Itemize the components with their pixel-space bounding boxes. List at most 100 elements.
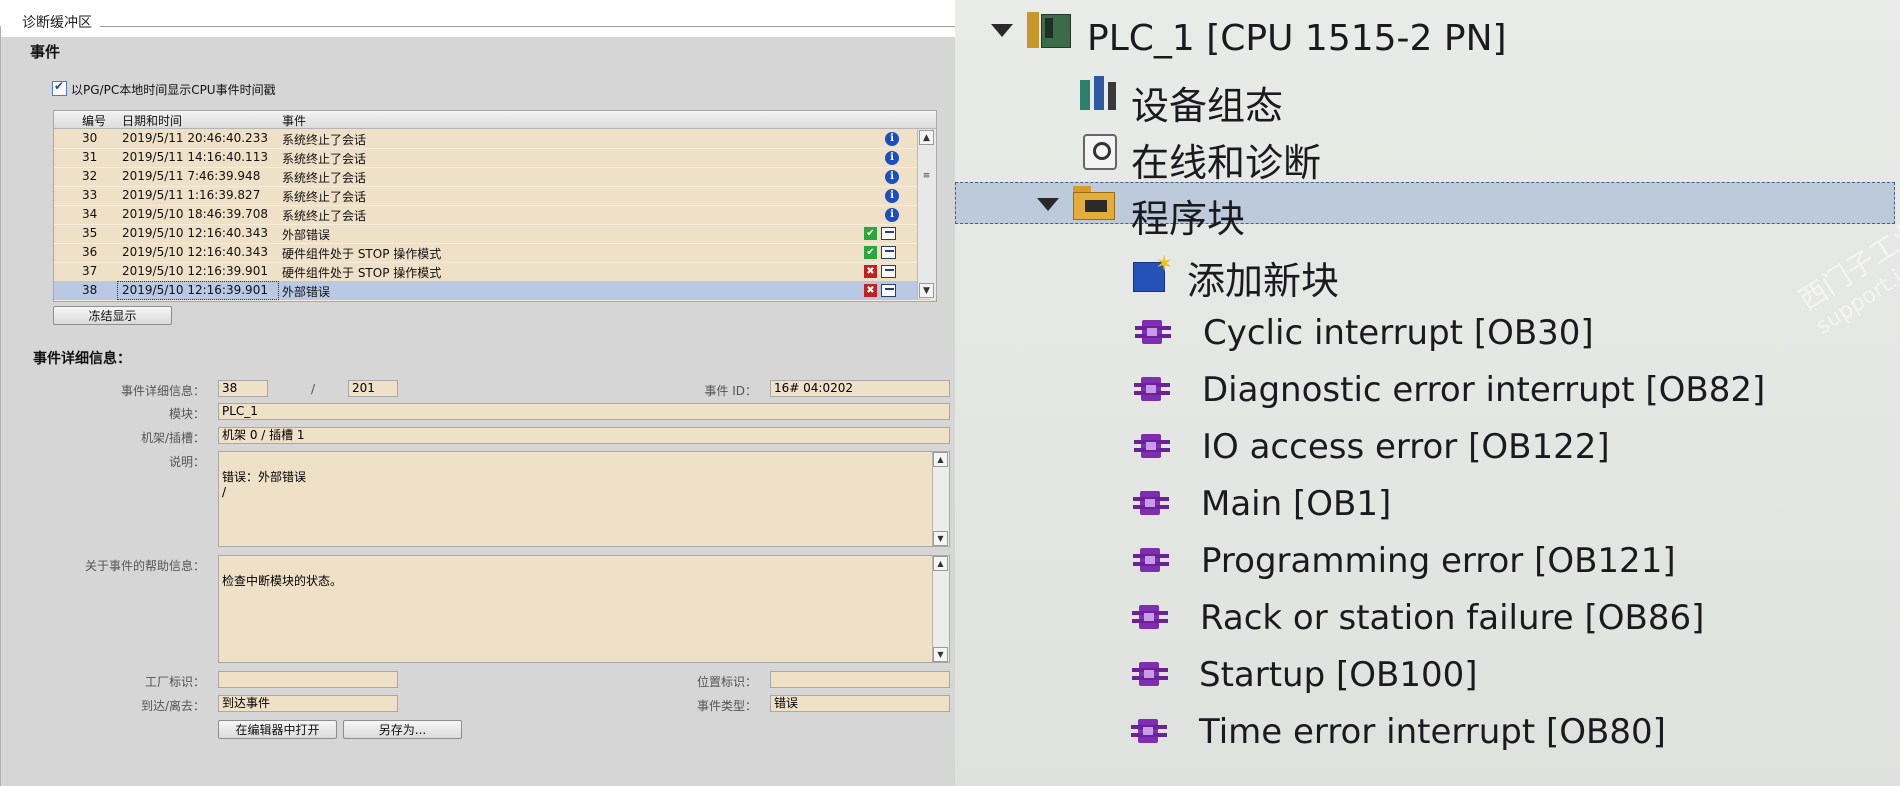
description-scrollbar[interactable]: ▲ ▼	[932, 452, 949, 546]
column-header-datetime[interactable]: 日期和时间	[122, 112, 182, 129]
event-id-label: 事件 ID：	[704, 384, 757, 398]
scroll-up-icon[interactable]: ▲	[919, 130, 934, 145]
scroll-down-icon[interactable]: ▼	[933, 647, 948, 662]
help-text: 检查中断模块的状态。	[222, 574, 343, 588]
tree-item-device-config[interactable]: 设备组态	[1131, 75, 1283, 130]
ob-block-icon	[1134, 377, 1170, 401]
error-status-icon: ✖	[864, 284, 877, 297]
ob-block-icon	[1135, 320, 1171, 344]
direction-label: 到达/离去：	[140, 699, 205, 713]
tree-item-ob-block[interactable]: Programming error [OB121]	[1201, 541, 1676, 581]
table-row[interactable]: 35 2019/5/10 12:16:40.343 外部错误 ✔	[54, 224, 930, 244]
ob-block-icon	[1133, 491, 1169, 515]
freeze-display-button[interactable]: 冻结显示	[53, 306, 172, 325]
column-header-no[interactable]: 编号	[82, 112, 106, 129]
cell-datetime: 2019/5/11 20:46:40.233	[122, 131, 268, 145]
column-header-event[interactable]: 事件	[282, 112, 306, 129]
tree-item-add-new-block[interactable]: 添加新块	[1187, 250, 1339, 305]
cell-datetime: 2019/5/11 1:16:39.827	[122, 188, 261, 202]
table-row[interactable]: 38 2019/5/10 12:16:39.901 外部错误 ✖	[54, 281, 930, 301]
expand-arrow-icon[interactable]	[1037, 198, 1059, 211]
watermark-cn: 西门子工业 找答案	[1792, 162, 1900, 317]
tree-item-ob-block[interactable]: Rack or station failure [OB86]	[1200, 598, 1704, 638]
info-icon: i	[885, 151, 899, 165]
events-section-title: 事件	[30, 43, 61, 61]
tree-item-ob-block[interactable]: Cyclic interrupt [OB30]	[1203, 313, 1594, 353]
table-row[interactable]: 31 2019/5/11 14:16:40.113 系统终止了会话 i	[54, 148, 930, 168]
events-table: 编号 日期和时间 事件 30 2019/5/11 20:46:40.233 系统终止…	[53, 110, 937, 302]
plant-id-field[interactable]	[218, 671, 398, 688]
cell-event: 系统终止了会话	[282, 190, 367, 204]
tree-item-program-blocks[interactable]: 程序块	[1131, 188, 1245, 243]
cell-event: 系统终止了会话	[282, 152, 367, 166]
expand-arrow-icon[interactable]	[991, 24, 1013, 37]
local-time-checkbox-label: 以PG/PC本地时间显示CPU事件时间戳	[71, 83, 276, 97]
scroll-up-icon[interactable]: ▲	[933, 556, 948, 571]
detail-label: 事件详细信息：	[120, 384, 205, 398]
help-textarea[interactable]: 检查中断模块的状态。 ▲ ▼	[218, 555, 950, 663]
cell-datetime: 2019/5/11 7:46:39.948	[122, 169, 261, 183]
module-field[interactable]: PLC_1	[218, 403, 950, 420]
cell-no: 30	[82, 131, 98, 145]
scroll-up-icon[interactable]: ▲	[933, 452, 948, 467]
diagnostic-buffer-panel: 诊断缓冲区 事件 以PG/PC本地时间显示CPU事件时间戳 编号 日期和时间 事…	[0, 0, 955, 786]
info-icon: i	[885, 189, 899, 203]
ob-block-icon	[1132, 662, 1168, 686]
tree-item-ob-block[interactable]: Main [OB1]	[1201, 484, 1391, 524]
tree-item-online-diagnostics[interactable]: 在线和诊断	[1131, 132, 1321, 187]
outgoing-event-icon	[881, 227, 896, 240]
help-scrollbar[interactable]: ▲ ▼	[932, 556, 949, 662]
program-blocks-folder-icon	[1073, 186, 1117, 220]
table-row[interactable]: 37 2019/5/10 12:16:39.901 硬件组件处于 STOP 操作模式…	[54, 262, 930, 282]
local-time-checkbox[interactable]	[52, 79, 67, 96]
scroll-down-icon[interactable]: ▼	[919, 283, 934, 298]
panel-title: 诊断缓冲区	[18, 12, 96, 32]
scroll-down-icon[interactable]: ▼	[933, 531, 948, 546]
incoming-event-icon	[881, 265, 896, 278]
cell-no: 33	[82, 188, 98, 202]
detail-total-field[interactable]: 201	[348, 380, 398, 397]
scroll-thumb-grip-icon[interactable]: ≡	[921, 171, 932, 182]
event-id-field[interactable]: 16# 04:0202	[770, 380, 950, 397]
tree-item-ob-block[interactable]: IO access error [OB122]	[1202, 427, 1610, 467]
ob-block-icon	[1134, 434, 1170, 458]
detail-index-field[interactable]: 38	[218, 380, 268, 397]
incoming-event-icon	[881, 284, 896, 297]
cell-event: 硬件组件处于 STOP 操作模式	[282, 266, 442, 280]
event-type-label: 事件类型：	[696, 699, 757, 713]
ok-status-icon: ✔	[864, 227, 877, 240]
event-type-field[interactable]: 错误	[770, 695, 950, 712]
table-row[interactable]: 32 2019/5/11 7:46:39.948 系统终止了会话 i	[54, 167, 930, 187]
table-row[interactable]: 34 2019/5/10 18:46:39.708 系统终止了会话 i	[54, 205, 930, 225]
cell-no: 31	[82, 150, 98, 164]
location-id-label: 位置标识：	[696, 675, 757, 689]
event-details-title: 事件详细信息：	[33, 351, 131, 367]
tree-item-ob-block[interactable]: Diagnostic error interrupt [OB82]	[1202, 370, 1765, 410]
cell-datetime: 2019/5/10 12:16:39.901	[122, 264, 268, 278]
table-row[interactable]: 30 2019/5/11 20:46:40.233 系统终止了会话 i	[54, 129, 930, 149]
save-as-button[interactable]: 另存为...	[343, 720, 462, 739]
description-text: 错误：外部错误 /	[222, 470, 307, 499]
ob-block-icon	[1131, 719, 1167, 743]
open-in-editor-button[interactable]: 在编辑器中打开	[218, 720, 337, 739]
tree-item-ob-block[interactable]: Startup [OB100]	[1199, 655, 1478, 695]
cell-no: 34	[82, 207, 98, 221]
tree-item-ob-block[interactable]: Time error interrupt [OB80]	[1199, 712, 1666, 752]
project-tree-photo: PLC_1 [CPU 1515-2 PN] 设备组态 在线和诊断 程序块 ✶ 添…	[955, 0, 1900, 786]
description-textarea[interactable]: 错误：外部错误 / ▲ ▼	[218, 451, 950, 547]
table-row[interactable]: 33 2019/5/11 1:16:39.827 系统终止了会话 i	[54, 186, 930, 206]
table-scrollbar[interactable]: ▲ ≡ ▼	[917, 129, 936, 299]
tree-root-plc[interactable]: PLC_1 [CPU 1515-2 PN]	[1087, 18, 1507, 59]
add-new-block-icon: ✶	[1133, 252, 1173, 292]
focus-outline	[117, 281, 279, 300]
info-icon: i	[885, 208, 899, 222]
table-row[interactable]: 36 2019/5/10 12:16:40.343 硬件组件处于 STOP 操作模式…	[54, 243, 930, 263]
ob-block-icon	[1132, 605, 1168, 629]
cell-no: 37	[82, 264, 98, 278]
rack-slot-field[interactable]: 机架 0 / 插槽 1	[218, 427, 950, 444]
help-label: 关于事件的帮助信息：	[84, 559, 205, 573]
info-icon: i	[885, 170, 899, 184]
detail-separator: /	[311, 382, 316, 396]
location-id-field[interactable]	[770, 671, 950, 688]
direction-field[interactable]: 到达事件	[218, 695, 398, 712]
